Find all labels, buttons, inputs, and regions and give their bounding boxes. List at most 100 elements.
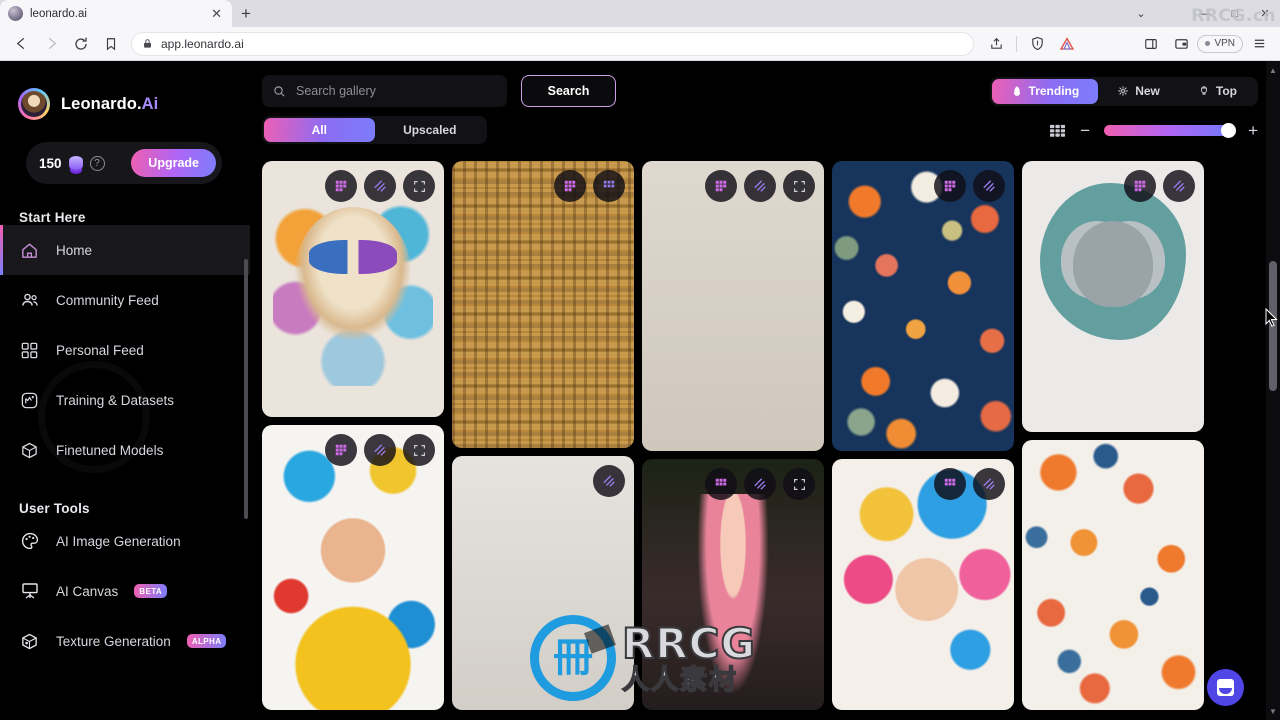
expand-icon[interactable] <box>403 434 435 466</box>
sidebar-item-home[interactable]: Home <box>0 225 250 275</box>
lock-icon <box>144 39 151 48</box>
upgrade-button[interactable]: Upgrade <box>131 149 216 177</box>
remix-icon[interactable] <box>934 468 966 500</box>
gallery-card[interactable] <box>642 161 824 451</box>
gallery-card[interactable] <box>452 161 634 448</box>
sidebar-item-texture-generation[interactable]: Texture Generation ALPHA <box>0 616 250 666</box>
token-count: 150 <box>39 155 62 171</box>
gallery-card[interactable] <box>262 425 444 710</box>
gallery-card[interactable] <box>832 459 1014 710</box>
sidebar-item-finetuned-models[interactable]: Finetuned Models <box>0 425 250 475</box>
zoom-out-button[interactable]: − <box>1080 122 1090 139</box>
zoom-slider-knob[interactable] <box>1221 122 1237 138</box>
gallery-card[interactable] <box>1022 161 1204 432</box>
remix-icon[interactable] <box>705 468 737 500</box>
share-icon[interactable] <box>982 30 1010 58</box>
sidebar-item-label: Texture Generation <box>56 633 171 649</box>
card-actions <box>325 434 435 466</box>
hamburger-menu-icon[interactable] <box>1245 30 1273 58</box>
people-icon <box>19 290 40 311</box>
tab-close-icon[interactable]: ✕ <box>209 7 224 20</box>
intercom-chat-icon[interactable] <box>1207 669 1244 706</box>
back-button[interactable] <box>7 30 35 58</box>
forward-button[interactable] <box>37 30 65 58</box>
brave-wallet-icon[interactable] <box>1167 30 1195 58</box>
chat-glyph <box>1217 679 1234 696</box>
vpn-label: VPN <box>1214 38 1235 49</box>
gallery-card[interactable] <box>1022 440 1204 710</box>
image-gallery[interactable] <box>262 161 1266 720</box>
tab-search-chevron-icon[interactable]: ⌄ <box>1126 0 1156 27</box>
sidebar-item-training-datasets[interactable]: Training & Datasets <box>0 375 250 425</box>
upscale-icon[interactable] <box>973 170 1005 202</box>
remix-icon[interactable] <box>934 170 966 202</box>
main-content: Search gallery Search Trending New Top A… <box>250 61 1280 720</box>
remix-icon[interactable] <box>1124 170 1156 202</box>
browser-tab[interactable]: leonardo.ai ✕ <box>0 0 232 27</box>
expand-icon[interactable] <box>783 468 815 500</box>
toolbar-actions: VPN <box>982 30 1273 58</box>
tab-top[interactable]: Top <box>1179 79 1256 104</box>
sidebar-item-personal-feed[interactable]: Personal Feed <box>0 325 250 375</box>
new-tab-button[interactable]: + <box>232 0 260 27</box>
remix-icon[interactable] <box>325 434 357 466</box>
search-input[interactable]: Search gallery <box>262 75 507 107</box>
reload-button[interactable] <box>67 30 95 58</box>
expand-icon[interactable] <box>593 170 625 202</box>
texture-cube-icon <box>19 631 40 652</box>
address-bar[interactable]: app.leonardo.ai <box>131 31 975 56</box>
brand-name-suffix: Ai <box>141 94 159 113</box>
gallery-column <box>452 161 634 710</box>
sidebar-panel-icon[interactable] <box>1137 30 1165 58</box>
card-actions <box>593 465 625 497</box>
bookmark-icon[interactable] <box>97 30 125 58</box>
alpha-badge: ALPHA <box>186 634 227 648</box>
tab-new[interactable]: New <box>1098 79 1179 104</box>
mouse-cursor <box>1265 308 1278 327</box>
expand-icon[interactable] <box>783 170 815 202</box>
sidebar-item-ai-image-generation[interactable]: AI Image Generation <box>0 516 250 566</box>
gallery-toolbar: Search gallery Search Trending New Top A… <box>250 61 1280 144</box>
scroll-down-arrow-icon[interactable]: ▼ <box>1266 704 1280 718</box>
upscale-icon[interactable] <box>364 170 396 202</box>
upscale-icon[interactable] <box>744 170 776 202</box>
brand-name-main: Leonardo. <box>61 94 142 113</box>
scroll-up-arrow-icon[interactable]: ▲ <box>1266 63 1280 77</box>
tab-trending[interactable]: Trending <box>991 78 1099 104</box>
trophy-icon <box>1201 86 1207 95</box>
sidebar-item-ai-canvas[interactable]: AI Canvas BETA <box>0 566 250 616</box>
upscale-icon[interactable] <box>1163 170 1195 202</box>
sidebar-scrollbar[interactable] <box>244 259 248 519</box>
question-mark-icon[interactable]: ? <box>89 155 105 171</box>
gallery-card[interactable] <box>452 456 634 710</box>
tab-all[interactable]: All <box>264 118 375 142</box>
page-scrollbar[interactable]: ▲ ▼ <box>1266 61 1280 720</box>
grid-density-icon[interactable] <box>1049 123 1066 138</box>
upscale-icon[interactable] <box>364 434 396 466</box>
brave-shield-icon[interactable] <box>1023 30 1051 58</box>
tab-upscaled[interactable]: Upscaled <box>375 118 486 142</box>
remix-icon[interactable] <box>325 170 357 202</box>
upscale-icon[interactable] <box>744 468 776 500</box>
sidebar-item-community-feed[interactable]: Community Feed <box>0 275 250 325</box>
upscale-icon[interactable] <box>973 468 1005 500</box>
remix-icon[interactable] <box>554 170 586 202</box>
brand-logo-row[interactable]: Leonardo.Ai <box>0 61 250 120</box>
expand-icon[interactable] <box>403 170 435 202</box>
brave-leo-icon[interactable] <box>1053 30 1081 58</box>
search-button[interactable]: Search <box>521 75 616 107</box>
gallery-card[interactable] <box>642 459 824 710</box>
gallery-column <box>832 161 1014 710</box>
training-icon <box>19 390 40 411</box>
gallery-card[interactable] <box>262 161 444 417</box>
grid-squares-icon <box>19 340 40 361</box>
zoom-slider[interactable] <box>1104 122 1237 138</box>
gallery-card[interactable] <box>832 161 1014 451</box>
sidebar-item-label: Finetuned Models <box>56 442 164 458</box>
remix-icon[interactable] <box>705 170 737 202</box>
tab-strip: leonardo.ai ✕ + ⌄ — □ ✕ <box>0 0 1280 27</box>
vpn-button[interactable]: VPN <box>1197 34 1243 53</box>
zoom-in-button[interactable]: + <box>1248 122 1258 139</box>
upscale-icon[interactable] <box>593 465 625 497</box>
tab-label: New <box>1135 84 1160 98</box>
